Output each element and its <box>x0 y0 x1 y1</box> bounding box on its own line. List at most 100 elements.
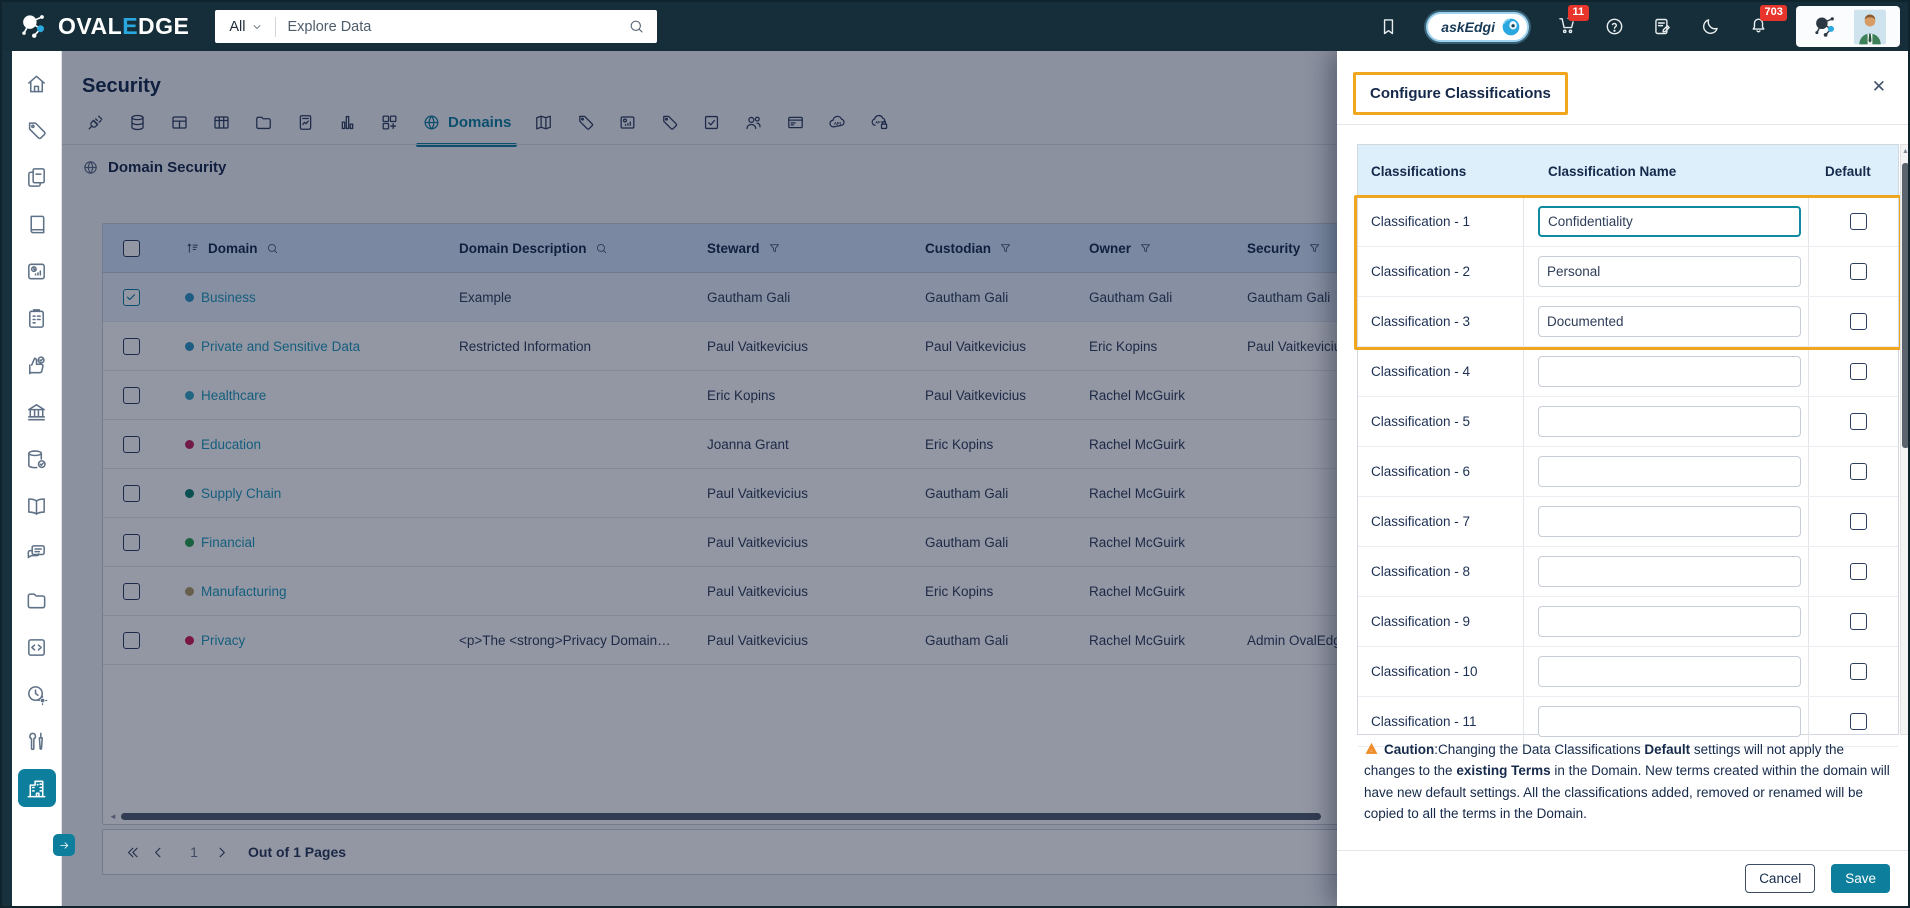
scroll-up-icon[interactable]: ▲ <box>1901 148 1908 155</box>
sidebar-item-bank[interactable] <box>18 393 56 431</box>
caution-note: Caution:Changing the Data Classification… <box>1364 739 1892 824</box>
top-navbar: OVALEDGE All askEdgi 11 <box>2 2 1908 51</box>
default-checkbox[interactable] <box>1850 413 1867 430</box>
left-rail <box>2 51 12 906</box>
panel-footer: Cancel Save <box>1337 850 1908 906</box>
sidebar-item-book[interactable] <box>18 205 56 243</box>
profile-box[interactable] <box>1796 6 1900 47</box>
scrollbar-thumb[interactable] <box>1902 163 1908 448</box>
edgi-mascot-icon <box>1501 17 1521 37</box>
sidebar-item-clockgear[interactable] <box>18 675 56 713</box>
default-checkbox[interactable] <box>1850 513 1867 530</box>
sidebar-item-openbook[interactable] <box>18 487 56 525</box>
classification-name-input[interactable] <box>1538 256 1801 287</box>
classification-name-input[interactable] <box>1538 306 1801 337</box>
vertical-scrollbar[interactable]: ▲ <box>1900 144 1908 735</box>
chat-icon <box>25 542 48 565</box>
sidebar-item-tag[interactable] <box>18 111 56 149</box>
column-default: Default <box>1825 163 1871 179</box>
classification-row-10: Classification - 10 <box>1358 647 1898 697</box>
classification-label: Classification - 10 <box>1371 664 1478 679</box>
classification-row-4: Classification - 4 <box>1358 347 1898 397</box>
classification-name-input[interactable] <box>1538 506 1801 537</box>
sidebar-item-home[interactable] <box>18 64 56 102</box>
brand[interactable]: OVALEDGE <box>16 9 189 44</box>
book-icon <box>25 213 48 236</box>
caution-text-segment: Caution <box>1384 742 1435 757</box>
default-checkbox[interactable] <box>1850 463 1867 480</box>
classification-row-5: Classification - 5 <box>1358 397 1898 447</box>
classification-row-7: Classification - 7 <box>1358 497 1898 547</box>
classification-row-3: Classification - 3 <box>1358 297 1898 347</box>
dark-mode-icon[interactable] <box>1700 16 1721 37</box>
classification-row-2: Classification - 2 <box>1358 247 1898 297</box>
close-icon[interactable]: ✕ <box>1872 78 1886 95</box>
folder-icon <box>25 589 48 612</box>
classification-name-input[interactable] <box>1538 356 1801 387</box>
classification-name-input[interactable] <box>1538 406 1801 437</box>
sidebar-item-folder[interactable] <box>18 581 56 619</box>
classification-label: Classification - 3 <box>1371 314 1471 329</box>
bookmark-icon[interactable] <box>1378 16 1399 37</box>
sidebar-item-pages[interactable] <box>18 158 56 196</box>
sidebar-item-building[interactable] <box>17 769 56 807</box>
cart-badge: 11 <box>1568 4 1589 21</box>
cancel-button[interactable]: Cancel <box>1745 864 1816 893</box>
classification-label: Classification - 4 <box>1371 364 1471 379</box>
classification-name-input[interactable] <box>1538 556 1801 587</box>
default-checkbox[interactable] <box>1850 363 1867 380</box>
sidebar-expand-button[interactable] <box>53 834 75 856</box>
default-checkbox[interactable] <box>1850 213 1867 230</box>
default-checkbox[interactable] <box>1850 313 1867 330</box>
notifications-button[interactable]: 703 <box>1748 4 1788 40</box>
sidebar-item-approve[interactable] <box>18 346 56 384</box>
classification-name-input[interactable] <box>1538 656 1801 687</box>
warning-icon <box>1364 741 1379 756</box>
openbook-icon <box>25 495 48 518</box>
approve-icon <box>25 354 48 377</box>
search-icon[interactable] <box>628 18 645 35</box>
navbar-actions: askEdgi 11 703 <box>1378 4 1908 47</box>
classification-name-input[interactable] <box>1538 456 1801 487</box>
classification-name-input[interactable] <box>1538 706 1801 737</box>
classification-name-input[interactable] <box>1538 606 1801 637</box>
classification-label: Classification - 2 <box>1371 264 1471 279</box>
arrow-right-icon <box>58 839 71 852</box>
tools-icon <box>25 730 48 753</box>
sidebar-item-chat[interactable] <box>18 534 56 572</box>
user-avatar[interactable] <box>1854 9 1886 45</box>
ask-edgi-label: askEdgi <box>1441 18 1495 35</box>
ovaledge-network-icon <box>1810 12 1840 42</box>
caution-text-segment: :Changing the Data Classifications <box>1434 742 1645 757</box>
ovaledge-logo-icon <box>16 9 51 44</box>
ask-edgi-button[interactable]: askEdgi <box>1426 11 1529 42</box>
feedback-icon[interactable] <box>1652 16 1673 37</box>
bank-icon <box>25 401 48 424</box>
classification-label: Classification - 9 <box>1371 614 1471 629</box>
app-window: OVALEDGE All askEdgi 11 <box>0 0 1910 908</box>
sidebar-item-clipboard[interactable] <box>18 299 56 337</box>
classifications-header-row: Classifications Classification Name Defa… <box>1358 145 1898 197</box>
sidebar-item-tools[interactable] <box>18 722 56 760</box>
brand-text: OVALEDGE <box>58 13 190 39</box>
default-checkbox[interactable] <box>1850 263 1867 280</box>
save-button[interactable]: Save <box>1831 864 1890 893</box>
default-checkbox[interactable] <box>1850 613 1867 630</box>
default-checkbox[interactable] <box>1850 563 1867 580</box>
home-icon <box>25 72 48 95</box>
sidebar-item-dbcheck[interactable] <box>18 440 56 478</box>
classification-label: Classification - 6 <box>1371 464 1471 479</box>
sidebar-item-report[interactable] <box>18 252 56 290</box>
column-classification-name: Classification Name <box>1548 163 1677 179</box>
sidebar-item-code[interactable] <box>18 628 56 666</box>
help-icon[interactable] <box>1604 16 1625 37</box>
classification-name-input[interactable] <box>1538 206 1801 237</box>
configure-classifications-panel: Configure Classifications ✕ Classificati… <box>1337 51 1908 906</box>
clipboard-icon <box>25 307 48 330</box>
default-checkbox[interactable] <box>1850 663 1867 680</box>
default-checkbox[interactable] <box>1850 713 1867 730</box>
dbcheck-icon <box>25 448 48 471</box>
search-scope-dropdown[interactable]: All <box>215 19 274 35</box>
cart-button[interactable]: 11 <box>1556 4 1589 40</box>
search-input[interactable] <box>275 18 629 35</box>
